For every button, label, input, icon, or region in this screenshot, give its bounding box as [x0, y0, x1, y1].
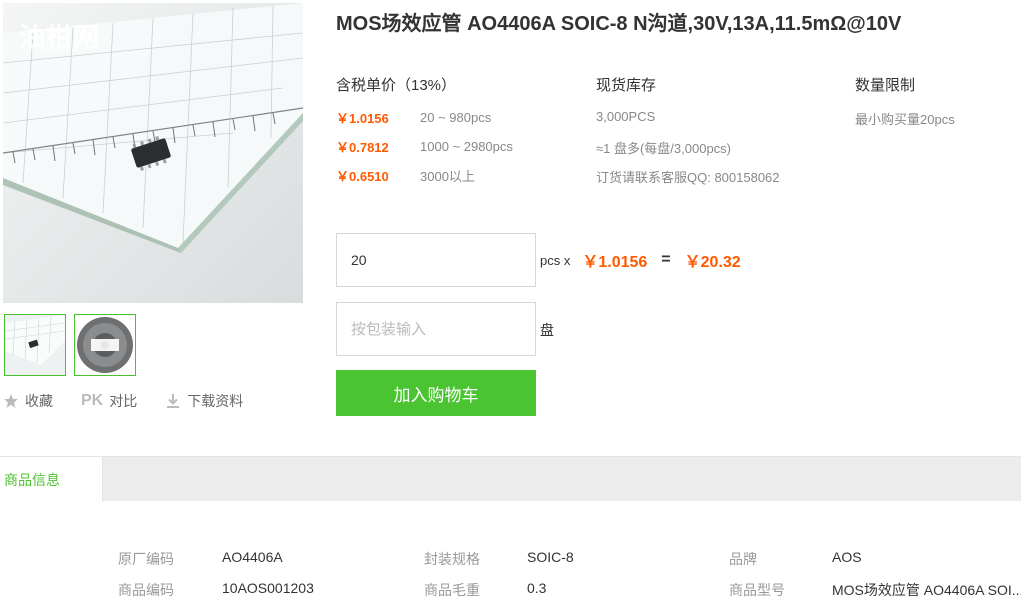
- tier-range: 1000 ~ 2980pcs: [420, 138, 513, 154]
- price-tier: ￥0.7812 1000 ~ 2980pcs: [336, 136, 513, 156]
- thumbnail-reel[interactable]: [74, 314, 136, 376]
- product-main-image: 油柑网 YOUGANW.COM: [3, 3, 303, 303]
- star-icon: [3, 393, 19, 409]
- tier-price: ￥0.6510: [336, 168, 389, 184]
- price-tier: ￥0.6510 3000以上: [336, 165, 475, 185]
- product-title: MOS场效应管 AO4406A SOIC-8 N沟道,30V,13A,11.5m…: [336, 13, 902, 35]
- price-header: 含税单价（13%）: [336, 77, 457, 94]
- info-label: 商品毛重: [424, 582, 480, 597]
- stock-contact: 订货请联系客服QQ: 800158062: [596, 170, 780, 185]
- watermark-domain: YOUGANW.COM: [21, 45, 95, 54]
- compare-button[interactable]: PK 对比: [81, 391, 137, 411]
- limit-header: 数量限制: [855, 77, 916, 94]
- tab-product-info[interactable]: 商品信息: [0, 457, 103, 502]
- thumbnail-ruler-image: [5, 315, 65, 375]
- download-button[interactable]: 下载资料: [165, 391, 243, 411]
- total-price: ￥20.32: [684, 254, 741, 271]
- info-value: AO4406A: [222, 549, 283, 565]
- info-value: MOS场效应管 AO4406A SOI...: [832, 582, 1021, 597]
- detail-tab-bar: 商品信息: [0, 456, 1021, 502]
- thumbnail-ruler[interactable]: [4, 314, 66, 376]
- info-value: 10AOS001203: [222, 580, 314, 596]
- thumbnail-reel-image: [75, 315, 135, 375]
- tier-price: ￥1.0156: [336, 110, 389, 126]
- download-label: 下载资料: [187, 393, 244, 409]
- unit-price: ￥1.0156: [582, 254, 648, 271]
- unit-label: pcs x: [540, 252, 571, 268]
- add-to-cart-button[interactable]: 加入购物车: [336, 370, 536, 416]
- info-label: 商品编码: [118, 582, 174, 597]
- tier-price: ￥0.7812: [336, 139, 389, 155]
- reel-unit-label: 盘: [540, 322, 554, 338]
- info-label: 原厂编码: [118, 551, 174, 567]
- favorite-label: 收藏: [25, 393, 53, 409]
- info-value: AOS: [832, 549, 862, 565]
- favorite-button[interactable]: 收藏: [3, 391, 53, 411]
- tier-range: 3000以上: [420, 168, 475, 184]
- info-value: 0.3: [527, 580, 547, 596]
- stock-reels: ≈1 盘多(每盘/3,000pcs): [596, 141, 732, 156]
- info-value: SOIC-8: [527, 549, 574, 565]
- download-icon: [165, 393, 181, 409]
- tier-range: 20 ~ 980pcs: [420, 109, 492, 125]
- price-calculation: pcs x ￥1.0156 = ￥20.32: [540, 250, 741, 271]
- reel-input[interactable]: [336, 302, 536, 356]
- compare-label: 对比: [109, 393, 138, 409]
- quantity-input[interactable]: [336, 233, 536, 287]
- info-label: 品牌: [729, 551, 757, 567]
- info-label: 商品型号: [729, 582, 785, 597]
- equals-sign: =: [661, 251, 671, 268]
- stock-header: 现货库存: [596, 77, 657, 94]
- pk-icon: PK: [81, 392, 104, 409]
- price-tier: ￥1.0156 20 ~ 980pcs: [336, 107, 491, 127]
- stock-quantity: 3,000PCS: [596, 109, 656, 124]
- product-actions: 收藏 PK 对比 下载资料: [3, 391, 271, 411]
- min-purchase: 最小购买量20pcs: [855, 112, 955, 127]
- info-label: 封装规格: [424, 551, 480, 567]
